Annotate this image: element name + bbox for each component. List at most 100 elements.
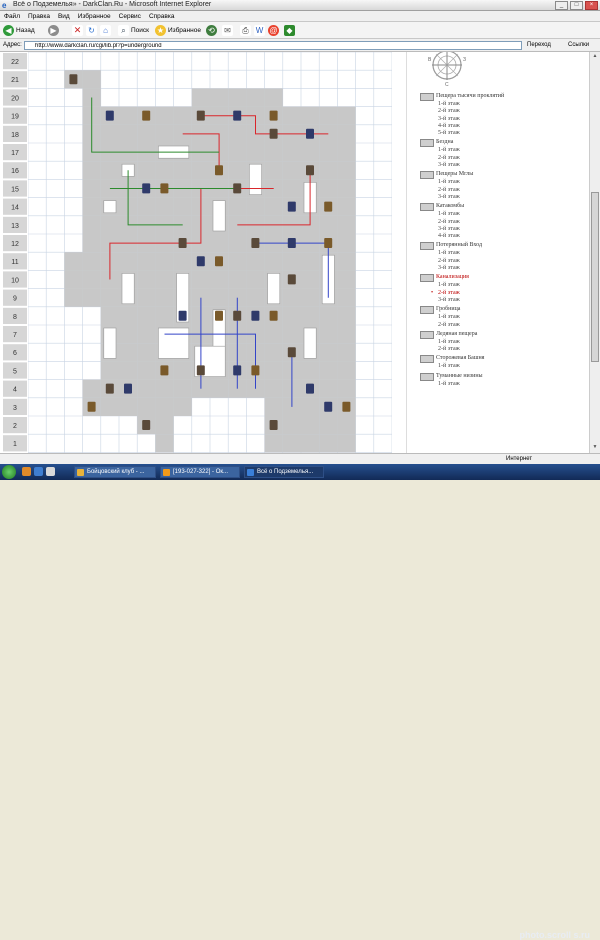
task-ok[interactable]: [193-027-322] - Ок...	[160, 466, 240, 478]
close-button[interactable]: ×	[585, 1, 598, 10]
legend-category-name[interactable]: Пещеры Мглы	[436, 171, 473, 178]
row-label: 15	[11, 186, 19, 193]
search-button[interactable]: ⌕ Поиск	[118, 24, 149, 37]
catacomb-icon	[420, 203, 434, 212]
corridor-cell	[337, 234, 356, 253]
menu-tools[interactable]: Сервис	[119, 13, 141, 20]
legend-level-link[interactable]: 2-й этаж	[420, 290, 590, 298]
map-object-icon	[142, 420, 151, 430]
scroll-thumb[interactable]	[591, 192, 599, 362]
legend-level-link[interactable]: 2-й этаж	[420, 258, 590, 265]
corridor-cell	[337, 215, 356, 234]
legend-category[interactable]: Ледяная пещера	[420, 330, 590, 339]
legend-category-name[interactable]: Гробница	[436, 306, 460, 313]
legend-category-name[interactable]: Пещера тысячи проклятий	[436, 93, 504, 100]
print-icon: ⎙	[240, 25, 251, 36]
legend-level-link[interactable]: 1-й этаж	[420, 314, 590, 321]
quicklaunch-ie-icon[interactable]	[34, 467, 43, 476]
dungeon-legend: Пещера тысячи проклятий 1-й этаж 2-й этаж 3…	[420, 91, 590, 388]
menu-edit[interactable]: Правка	[28, 13, 50, 20]
start-button[interactable]	[2, 465, 16, 479]
favorites-button[interactable]: ★ Избранное	[155, 24, 201, 37]
legend-level-link[interactable]: 2-й этаж	[420, 346, 590, 353]
map-object-icon	[251, 238, 260, 248]
legend-level-link[interactable]: 2-й этаж	[420, 219, 590, 226]
legend-level-link[interactable]: 2-й этаж	[420, 155, 590, 162]
quicklaunch-browser-icon[interactable]	[22, 467, 31, 476]
corridor-cell	[119, 106, 138, 125]
corridor-cell	[137, 161, 156, 180]
legend-level-link[interactable]: 1-й этаж	[420, 282, 590, 289]
legend-level-link[interactable]: 1-й этаж	[420, 381, 590, 388]
legend-level-link[interactable]: 3-й этаж	[420, 162, 590, 169]
print-button[interactable]: ⎙	[240, 24, 251, 37]
legend-category-name[interactable]: Канализация	[436, 274, 469, 281]
vertical-scrollbar[interactable]: ▲ ▼	[589, 52, 600, 453]
legend-category-name[interactable]: Бездна	[436, 139, 453, 146]
menu-file[interactable]: Файл	[4, 13, 20, 20]
legend-level-link[interactable]: 1-й этаж	[420, 179, 590, 186]
home-button[interactable]: ⌂	[100, 24, 111, 37]
corridor-cell	[137, 288, 156, 307]
legend-category-name[interactable]: Потерянный Вход	[436, 242, 482, 249]
map-object-icon	[178, 310, 187, 321]
legend-level-link[interactable]: 1-й этаж	[420, 147, 590, 154]
quicklaunch-desktop-icon[interactable]	[46, 467, 55, 476]
scroll-up-icon[interactable]: ▲	[591, 53, 599, 61]
legend-level-link[interactable]: 1-й этаж	[420, 250, 590, 257]
legend-level-link[interactable]: 5-й этаж	[420, 130, 590, 137]
extension-button[interactable]: ◆	[284, 24, 295, 37]
legend-category-name[interactable]: Туманные низины	[436, 373, 483, 380]
task-underground[interactable]: Всё о Подземелья...	[244, 466, 324, 478]
legend-level-link[interactable]: 3-й этаж	[420, 265, 590, 272]
links-button[interactable]: Ссылки	[568, 42, 589, 48]
legend-category-name[interactable]: Ледяная пещера	[436, 331, 477, 338]
maximize-button[interactable]: □	[570, 1, 583, 10]
back-button[interactable]: ◀ Назад	[3, 24, 35, 37]
corridor-cell	[301, 252, 320, 271]
mail-button[interactable]: ✉	[222, 24, 233, 37]
menu-favorites[interactable]: Избранное	[78, 13, 111, 20]
legend-category-name[interactable]: Катакомбы	[436, 203, 464, 210]
legend-category-name[interactable]: Сторожевая Башня	[436, 355, 484, 362]
refresh-button[interactable]: ↻	[86, 24, 97, 37]
menu-help[interactable]: Справка	[149, 13, 175, 20]
mist-icon	[420, 171, 434, 180]
scroll-down-icon[interactable]: ▼	[591, 444, 599, 452]
url-input[interactable]	[24, 41, 522, 50]
rock-icon	[420, 93, 434, 101]
messenger-button[interactable]: @	[268, 24, 279, 37]
corridor-cell	[119, 361, 138, 380]
corridor-cell	[100, 215, 119, 234]
legend-level-link[interactable]: 2-й этаж	[420, 108, 590, 115]
legend-level-link[interactable]: 3-й этаж	[420, 194, 590, 201]
stop-button[interactable]: ✕	[72, 24, 83, 37]
edit-button[interactable]: W	[254, 24, 265, 37]
legend-category[interactable]: Туманные низины	[420, 372, 590, 381]
legend-level-link[interactable]: 2-й этаж	[420, 187, 590, 194]
home-icon: ⌂	[100, 25, 111, 36]
legend-category[interactable]: Пещера тысячи проклятий	[420, 93, 590, 101]
task-fight-club[interactable]: Бойцовский клуб - ...	[74, 466, 156, 478]
legend-level-link[interactable]: 3-й этаж	[420, 297, 590, 304]
map-object-icon	[324, 238, 333, 248]
map-object-icon	[196, 365, 205, 376]
legend-level-link[interactable]: 3-й этаж	[420, 116, 590, 123]
corridor-cell	[173, 161, 192, 180]
history-button[interactable]: ⟲	[206, 24, 217, 37]
menu-view[interactable]: Вид	[58, 13, 70, 20]
ie-logo-icon: e	[2, 1, 7, 10]
underground-map[interactable]	[28, 52, 392, 453]
mail-icon: ✉	[222, 25, 233, 36]
minimize-button[interactable]: _	[555, 1, 568, 10]
go-button[interactable]: Переход	[527, 42, 551, 48]
legend-level-link[interactable]: 1-й этаж	[420, 211, 590, 218]
messenger-icon: @	[268, 25, 279, 36]
corridor-cell	[319, 215, 338, 234]
corridor-cell	[337, 379, 356, 398]
row-label: 17	[11, 150, 19, 157]
forward-button[interactable]: ▶	[48, 24, 59, 37]
legend-level-link[interactable]: 2-й этаж	[420, 322, 590, 329]
legend-level-link[interactable]: 1-й этаж	[420, 363, 590, 370]
legend-level-link[interactable]: 4-й этаж	[420, 233, 590, 240]
